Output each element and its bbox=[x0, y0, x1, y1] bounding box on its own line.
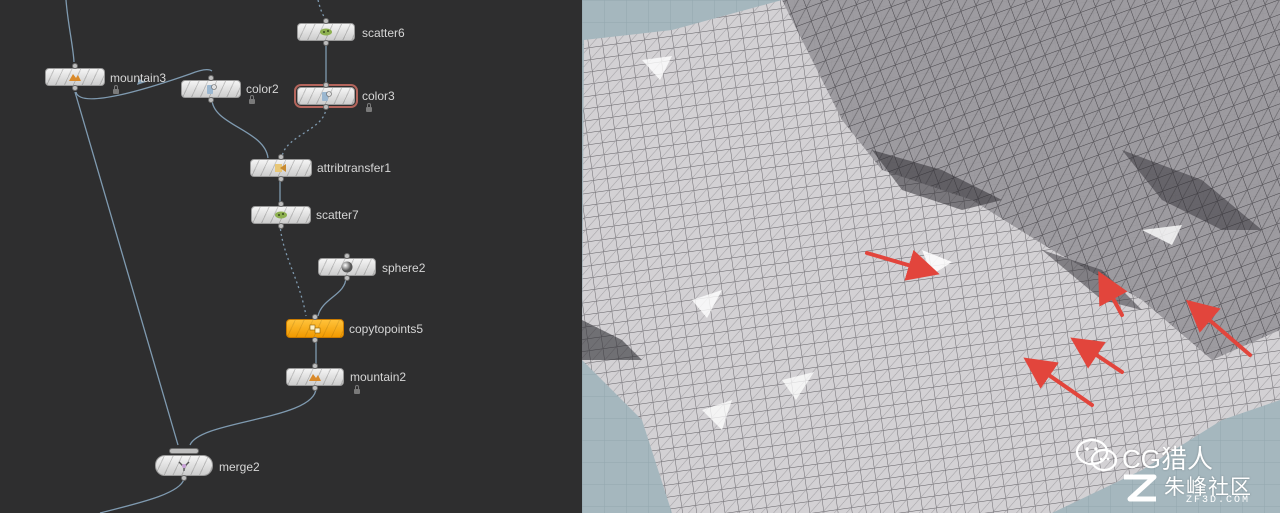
node-merge2[interactable] bbox=[155, 448, 213, 481]
mountain-icon bbox=[69, 74, 81, 81]
node-label-merge2: merge2 bbox=[219, 460, 260, 474]
node-color2[interactable] bbox=[181, 75, 241, 103]
copytopoints-icon bbox=[309, 324, 321, 333]
input-port[interactable] bbox=[323, 18, 329, 24]
mountain-icon bbox=[309, 374, 321, 381]
output-port[interactable] bbox=[312, 337, 318, 343]
node-sphere2[interactable] bbox=[318, 253, 376, 281]
lock-icon[interactable] bbox=[113, 85, 119, 94]
lock-icon[interactable] bbox=[366, 103, 372, 112]
node-mountain2[interactable] bbox=[286, 363, 344, 391]
input-port[interactable] bbox=[344, 253, 350, 259]
node-label-scatter7: scatter7 bbox=[316, 208, 359, 222]
node-attribtransfer1[interactable] bbox=[250, 154, 312, 182]
output-port[interactable] bbox=[278, 176, 284, 182]
output-port[interactable] bbox=[312, 385, 318, 391]
input-port[interactable] bbox=[208, 75, 214, 81]
output-port[interactable] bbox=[278, 223, 284, 229]
wechat-icon bbox=[1075, 438, 1118, 472]
node-scatter6[interactable] bbox=[297, 18, 355, 46]
input-port[interactable] bbox=[169, 448, 199, 454]
output-port[interactable] bbox=[323, 40, 329, 46]
input-port[interactable] bbox=[278, 154, 284, 160]
color-icon bbox=[322, 91, 332, 101]
node-label-color2: color2 bbox=[246, 82, 279, 96]
node-label-color3: color3 bbox=[362, 89, 395, 103]
zf-logo-icon bbox=[1124, 474, 1157, 502]
scene-viewport[interactable]: CG猎人 朱峰社区 ZF3D.COM bbox=[582, 0, 1280, 513]
attribtransfer-icon bbox=[275, 164, 286, 172]
node-label-mountain3: mountain3 bbox=[110, 71, 167, 85]
sphere-icon bbox=[341, 261, 353, 273]
watermark-url: ZF3D.COM bbox=[1186, 495, 1251, 506]
input-port[interactable] bbox=[72, 63, 78, 69]
node-color3[interactable] bbox=[294, 82, 358, 110]
node-label-attribtransfer1: attribtransfer1 bbox=[317, 161, 392, 175]
output-port[interactable] bbox=[323, 104, 329, 110]
input-port[interactable] bbox=[323, 82, 329, 88]
node-label-mountain2: mountain2 bbox=[350, 370, 407, 384]
node-label-copytopoints5: copytopoints5 bbox=[349, 322, 424, 336]
merge-icon bbox=[178, 461, 190, 471]
input-port[interactable] bbox=[312, 363, 318, 369]
scatter-icon bbox=[275, 211, 287, 219]
node-label-scatter6: scatter6 bbox=[362, 26, 405, 40]
scatter-icon bbox=[320, 28, 332, 36]
output-port[interactable] bbox=[181, 475, 187, 481]
input-port[interactable] bbox=[278, 201, 284, 207]
lock-icon[interactable] bbox=[249, 95, 255, 104]
output-port[interactable] bbox=[208, 97, 214, 103]
node-scatter7[interactable] bbox=[251, 201, 311, 229]
output-port[interactable] bbox=[344, 275, 350, 281]
watermark: CG猎人 朱峰社区 ZF3D.COM bbox=[1070, 435, 1270, 507]
node-mountain3[interactable] bbox=[45, 63, 105, 91]
output-port[interactable] bbox=[72, 85, 78, 91]
input-port[interactable] bbox=[312, 314, 318, 320]
network-editor-pane[interactable]: scatter6 mountain3 color2 color3 attribt… bbox=[0, 0, 582, 513]
node-label-sphere2: sphere2 bbox=[382, 261, 426, 275]
color-icon bbox=[207, 84, 217, 94]
lock-icon[interactable] bbox=[354, 385, 360, 394]
node-copytopoints5[interactable] bbox=[286, 314, 344, 343]
